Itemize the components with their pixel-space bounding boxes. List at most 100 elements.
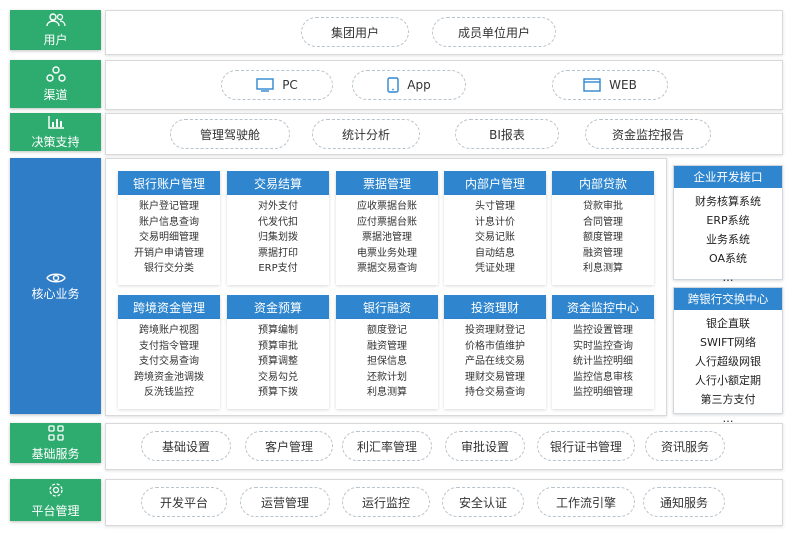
platform-item[interactable]: 通知服务 — [643, 487, 725, 517]
channel-item-web[interactable]: WEB — [552, 70, 668, 100]
module-items: 预算编制 预算审批 预算调整 交易勾兑 预算下拨 — [227, 319, 329, 409]
core-module[interactable]: 跨境资金管理 跨境账户视图 支付指令管理 支付交易查询 跨境资金池调拨 反洗钱监控 — [118, 295, 220, 409]
module-item: 计息计价 — [475, 216, 515, 228]
module-item: 账户登记管理 — [139, 201, 199, 212]
core-module[interactable]: 资金监控中心 监控设置管理 实时监控查询 统计监控明细 监控信息审核 监控明细管理 — [552, 295, 654, 409]
module-item: 融资管理 — [367, 340, 407, 352]
module-items: 账户登记管理 账户信息查询 交易明细管理 开销户申请管理 银行交分类 — [118, 195, 220, 285]
module-item: 价格市值维护 — [465, 340, 525, 352]
channel-panel: PC App WEB — [105, 60, 783, 110]
module-items: 对外支付 代发代扣 归集划拨 票据打印 ERP支付 — [227, 195, 329, 285]
pill-label: 资金监控报告 — [611, 127, 684, 142]
pill-label: 客户管理 — [264, 439, 313, 454]
pill-label: 利汇率管理 — [356, 439, 417, 454]
row-label-text: 渠道 — [43, 87, 68, 102]
module-item: 还款计划 — [367, 371, 407, 383]
module-items: 头寸管理 计息计价 交易记账 自动结息 凭证处理 — [444, 195, 546, 285]
module-item: 开销户申请管理 — [134, 247, 204, 259]
side-box-item: 人行超级网银 — [695, 355, 761, 368]
decision-item-bi[interactable]: BI报表 — [455, 119, 559, 149]
module-title: 内部户管理 — [444, 171, 546, 195]
module-item: 持仓交易查询 — [465, 387, 525, 398]
module-item: 预算调整 — [258, 356, 298, 367]
channel-icon — [45, 65, 66, 82]
module-item: 银行交分类 — [144, 263, 194, 274]
core-module[interactable]: 内部户管理 头寸管理 计息计价 交易记账 自动结息 凭证处理 — [444, 171, 546, 285]
module-title: 投资理财 — [444, 295, 546, 319]
module-items: 应收票据台账 应付票据台账 票据池管理 电票业务处理 票据交易查询 — [336, 195, 438, 285]
module-item: 自动结息 — [475, 247, 515, 259]
module-item: 贷款审批 — [583, 201, 623, 212]
platform-item[interactable]: 安全认证 — [442, 487, 524, 517]
pill-label: WEB — [609, 78, 637, 92]
module-item: 交易明细管理 — [139, 232, 199, 243]
module-items: 贷款审批 合同管理 额度管理 融资管理 利息测算 — [552, 195, 654, 285]
side-box-item: 业务系统 — [706, 233, 750, 246]
decision-item-cockpit[interactable]: 管理驾驶舱 — [170, 119, 290, 149]
module-item: 跨境账户视图 — [139, 325, 199, 336]
module-item: 额度登记 — [367, 325, 407, 336]
channel-item-pc[interactable]: PC — [221, 70, 333, 100]
side-box-enterprise-api: 企业开发接口 财务核算系统 ERP系统 业务系统 OA系统… — [673, 165, 783, 284]
core-module[interactable]: 资金预算 预算编制 预算审批 预算调整 交易勾兑 预算下拨 — [227, 295, 329, 409]
module-item: 额度管理 — [583, 232, 623, 243]
module-item: 应收票据台账 — [357, 201, 417, 212]
channel-item-app[interactable]: App — [352, 70, 466, 100]
basic-item[interactable]: 客户管理 — [245, 431, 333, 461]
platform-item[interactable]: 运行监控 — [342, 487, 430, 517]
core-module[interactable]: 银行账户管理 账户登记管理 账户信息查询 交易明细管理 开销户申请管理 银行交分类 — [118, 171, 220, 285]
row-label-decision: 决策支持 — [10, 113, 101, 151]
row-label-text: 用户 — [43, 32, 68, 47]
module-item: 归集划拨 — [258, 232, 298, 243]
module-item: 监控信息审核 — [573, 371, 633, 383]
module-item: 账户信息查询 — [139, 216, 199, 228]
decision-panel: 管理驾驶舱 统计分析 BI报表 资金监控报告 — [105, 113, 783, 155]
module-item: 预算审批 — [258, 340, 298, 352]
basic-item[interactable]: 审批设置 — [445, 431, 525, 461]
users-icon — [45, 12, 66, 26]
row-label-channel: 渠道 — [10, 60, 101, 108]
module-item: 凭证处理 — [475, 263, 515, 274]
decision-item-report[interactable]: 资金监控报告 — [585, 119, 711, 149]
module-item: 票据交易查询 — [357, 263, 417, 274]
basic-item[interactable]: 利汇率管理 — [342, 431, 432, 461]
module-title: 跨境资金管理 — [118, 295, 220, 319]
pill-label: 工作流引擎 — [555, 495, 616, 510]
core-icon — [45, 273, 66, 282]
side-box-item: … — [722, 271, 734, 284]
module-items: 监控设置管理 实时监控查询 统计监控明细 监控信息审核 监控明细管理 — [552, 319, 654, 409]
module-item: 应付票据台账 — [357, 216, 417, 228]
core-module[interactable]: 内部贷款 贷款审批 合同管理 额度管理 融资管理 利息测算 — [552, 171, 654, 285]
basic-item[interactable]: 基础设置 — [141, 431, 231, 461]
module-title: 银行账户管理 — [118, 171, 220, 195]
pill-label: 统计分析 — [341, 127, 390, 142]
users-panel: 集团用户 成员单位用户 — [105, 10, 783, 55]
platform-item[interactable]: 工作流引擎 — [537, 487, 635, 517]
pill-label: 银行证书管理 — [549, 439, 622, 454]
row-label-basic: 基础服务 — [10, 423, 101, 463]
core-module[interactable]: 票据管理 应收票据台账 应付票据台账 票据池管理 电票业务处理 票据交易查询 — [336, 171, 438, 285]
row-label-text: 平台管理 — [31, 503, 80, 518]
module-item: 交易记账 — [475, 232, 515, 243]
core-module[interactable]: 交易结算 对外支付 代发代扣 归集划拨 票据打印 ERP支付 — [227, 171, 329, 285]
pill-label: 开发平台 — [159, 495, 208, 510]
side-box-item: 银企直联 — [706, 317, 750, 330]
decision-item-stats[interactable]: 统计分析 — [312, 119, 420, 149]
basic-item[interactable]: 资讯服务 — [645, 431, 725, 461]
row-label-text: 决策支持 — [31, 134, 80, 149]
basic-item[interactable]: 银行证书管理 — [537, 431, 635, 461]
side-box-item: 第三方支付 — [700, 393, 756, 406]
module-title: 交易结算 — [227, 171, 329, 195]
module-item: 投资理财登记 — [465, 325, 525, 336]
user-item-member[interactable]: 成员单位用户 — [432, 17, 556, 47]
platform-item[interactable]: 开发平台 — [141, 487, 227, 517]
side-box-item: SWIFT网络 — [700, 336, 756, 349]
core-module[interactable]: 投资理财 投资理财登记 价格市值维护 产品在线交易 理财交易管理 持仓交易查询 — [444, 295, 546, 409]
platform-item[interactable]: 运营管理 — [240, 487, 330, 517]
basic-panel: 基础设置 客户管理 利汇率管理 审批设置 银行证书管理 资讯服务 — [105, 423, 783, 470]
pill-label: PC — [282, 78, 298, 92]
side-box-title: 跨银行交换中心 — [674, 288, 782, 310]
user-item-group[interactable]: 集团用户 — [301, 17, 409, 47]
core-module[interactable]: 银行融资 额度登记 融资管理 担保信息 还款计划 利息测算 — [336, 295, 438, 409]
bar-chart-icon — [47, 115, 64, 129]
